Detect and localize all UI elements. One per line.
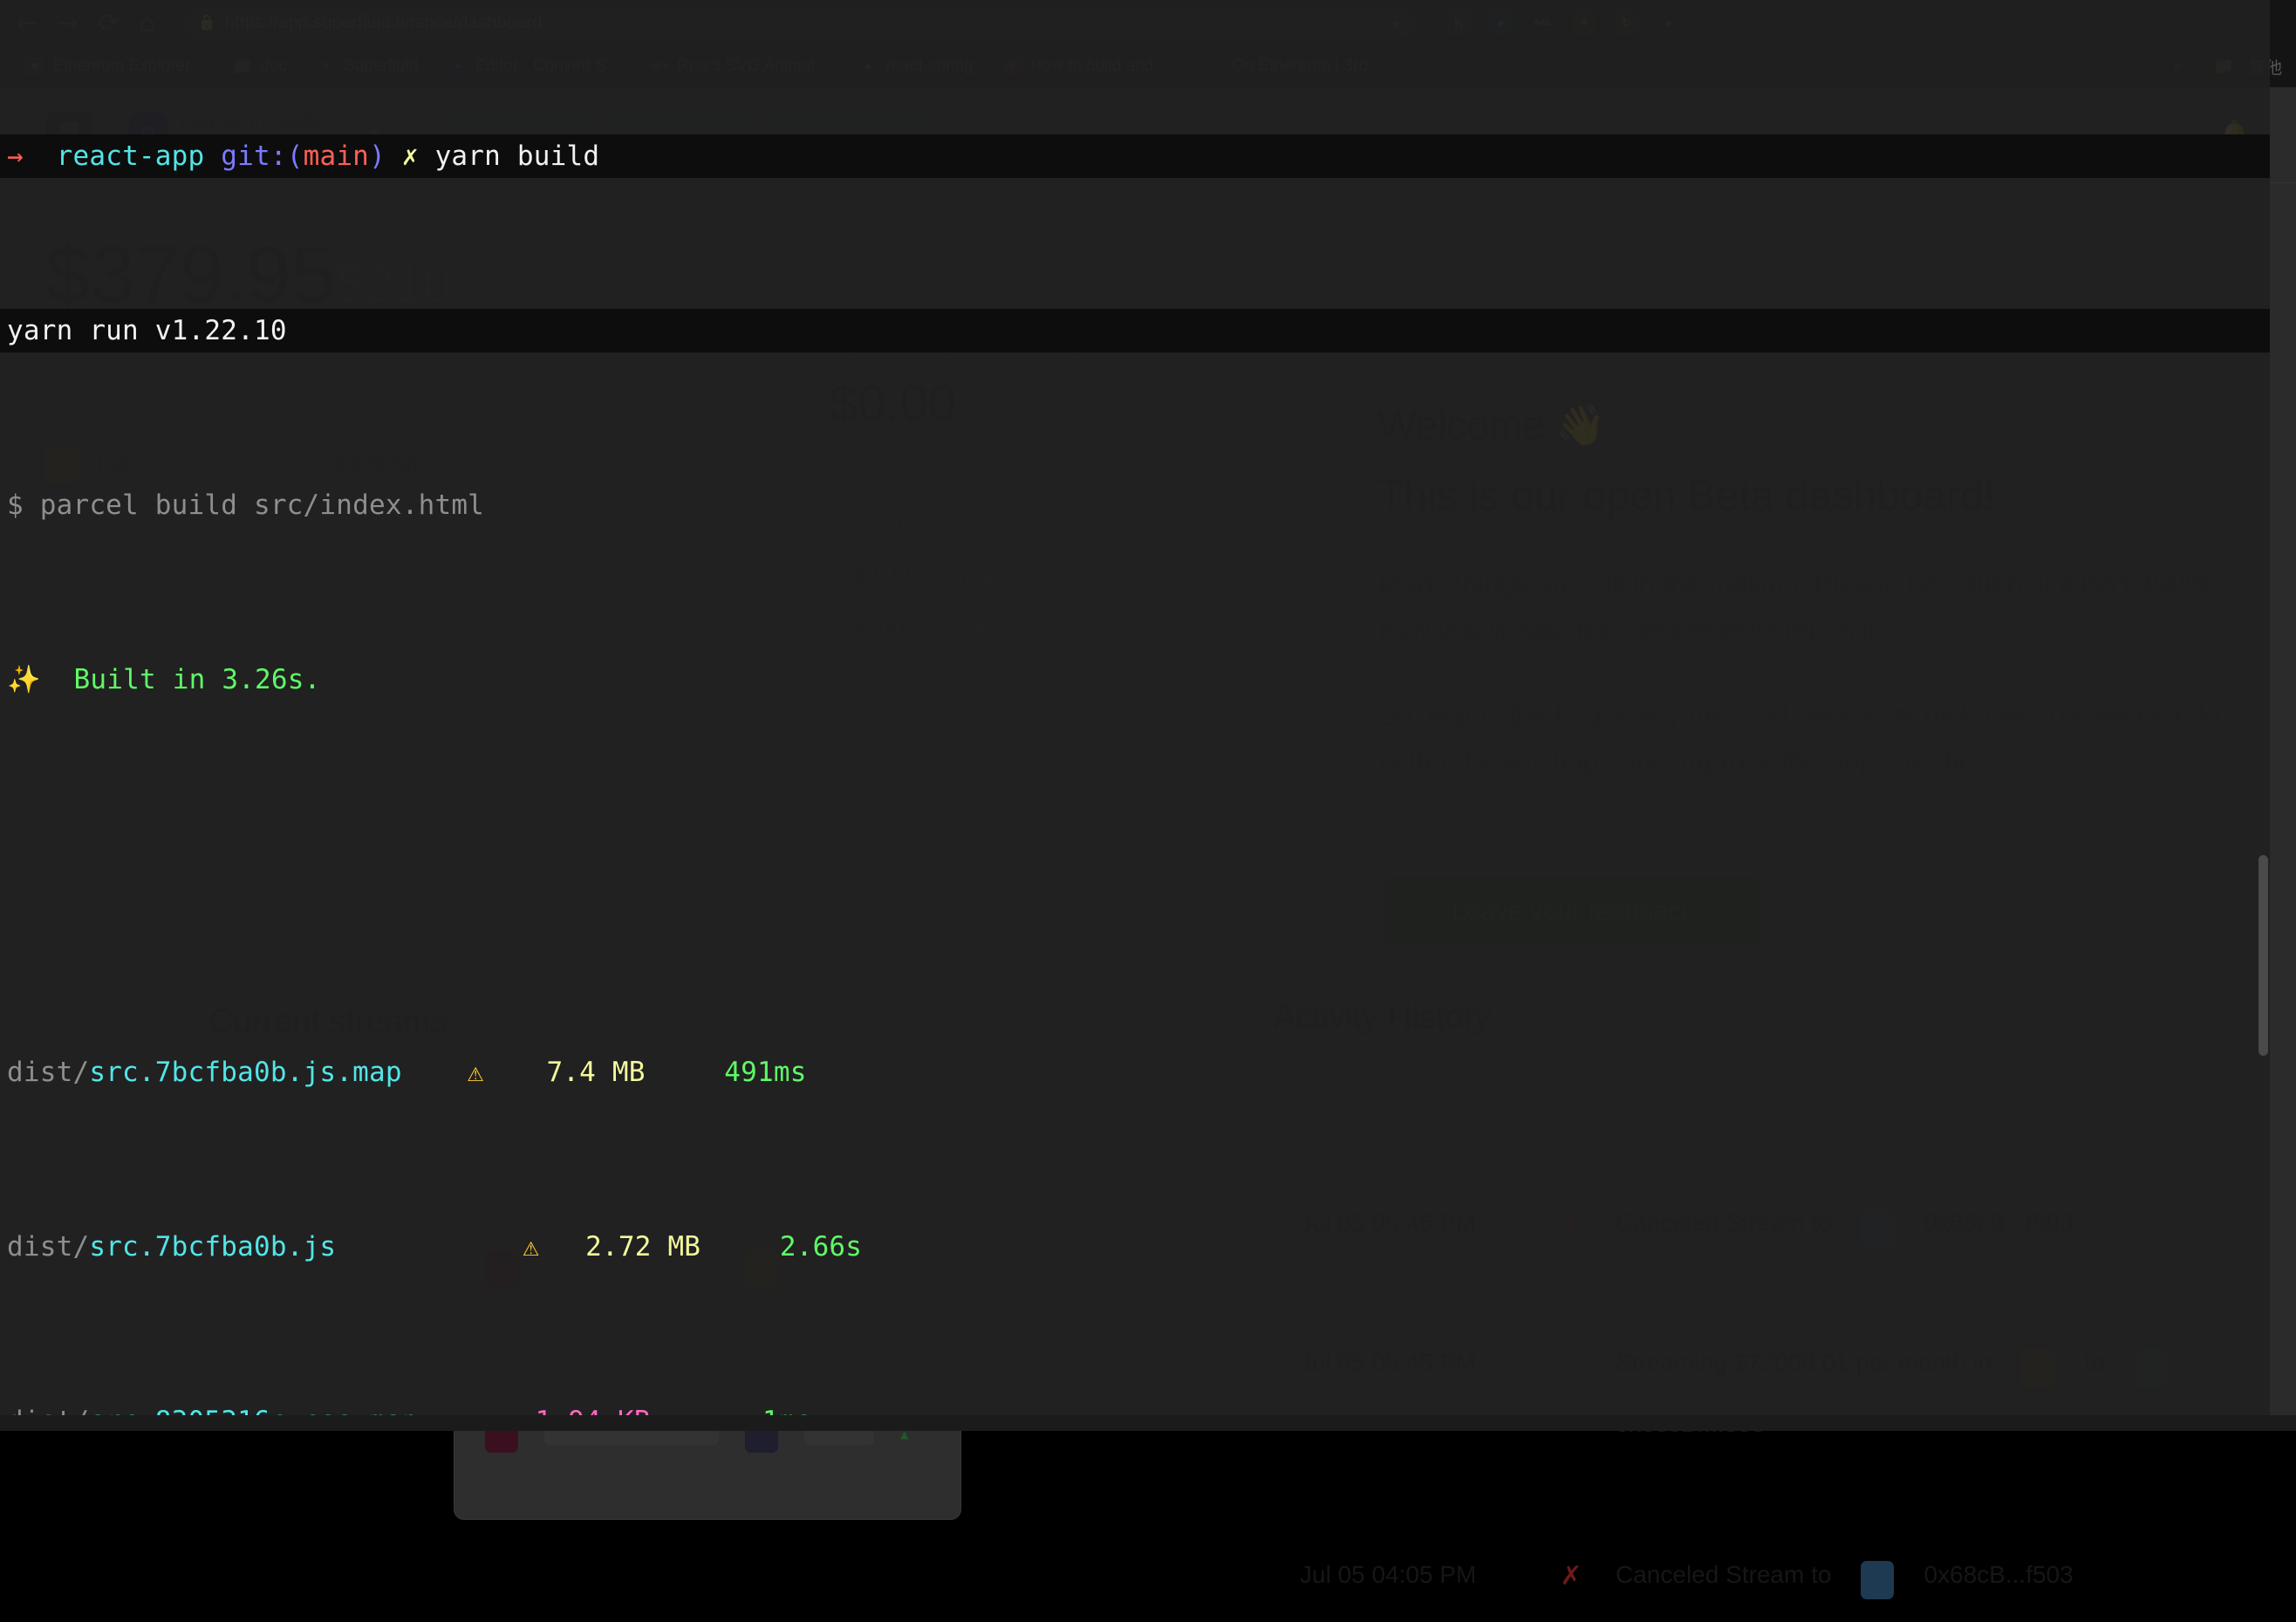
bundle-time: 1ms (651, 1400, 812, 1415)
bundle-row: dist/src.7bcfba0b.js.map ⚠ 7.4 MB 491ms (0, 1051, 2270, 1094)
bundle-dir: dist/ (7, 1231, 90, 1263)
bundle-size: 1.94 KB (489, 1400, 651, 1415)
activity-text: Canceled Stream to (1616, 1561, 1832, 1588)
prompt-git: git:( (221, 140, 304, 172)
command-build: yarn build (434, 140, 600, 172)
terminal-line-prompt-1: → react-app git:(main) ✗ yarn build (0, 134, 2270, 178)
prompt-arrow-icon: → (7, 140, 24, 172)
terminal-line-built: ✨ Built in 3.26s. (0, 658, 2270, 701)
yarn-version-text: yarn run v1.22.10 (7, 315, 287, 346)
bundle-file: src.7bcfba0b.js (89, 1231, 337, 1263)
bundle-time: 2.66s (779, 1231, 863, 1263)
address-blockie-icon (1861, 1561, 1895, 1599)
terminal-window[interactable]: → react-app git:(main) ✗ yarn build yarn… (0, 0, 2270, 1415)
prompt-git-close: ) (369, 140, 386, 172)
bundle-size: 7.4 MB (546, 1057, 646, 1088)
terminal-scrollbar-thumb[interactable] (2258, 855, 2268, 1056)
activity-item[interactable]: Jul 05 04:05 PM ✗ Canceled Stream to 0x6… (1300, 1461, 2259, 1622)
activity-time: Jul 05 04:05 PM (1300, 1561, 1477, 1588)
window-bottom-strip (0, 1415, 2296, 1431)
bundle-row: dist/src.8305316c.css.map 1.94 KB1ms (0, 1400, 2270, 1415)
parcel-command-text: $ parcel build src/index.html (7, 489, 485, 521)
terminal-line-yarn-version-1: yarn run v1.22.10 (0, 309, 2270, 352)
bundle-dir: dist/ (7, 1057, 90, 1088)
bundle-file: src.7bcfba0b.js.map (89, 1057, 402, 1088)
prompt-dir: react-app (56, 140, 205, 172)
terminal-line-parcel-cmd: $ parcel build src/index.html (0, 483, 2270, 527)
warning-icon: ⚠ (467, 1057, 484, 1088)
bundle-size: 2.72 MB (585, 1231, 701, 1263)
terminal-scrollbar[interactable] (2256, 0, 2270, 1415)
bundle-time: 491ms (724, 1057, 807, 1088)
bundle-dir: dist/ (7, 1406, 89, 1415)
bundle-file: src.8305316c.css.map (89, 1406, 418, 1415)
activity-address: 0x68cB...f503 (1924, 1561, 2074, 1588)
bundle-row: dist/src.7bcfba0b.js ⚠ 2.72 MB 2.66s (0, 1225, 2270, 1269)
cancel-x-icon: ✗ (1560, 1562, 1582, 1591)
sparkles-icon: ✨ (7, 664, 41, 695)
built-text: Built in 3.26s. (73, 664, 321, 695)
prompt-branch: main (303, 140, 370, 172)
warning-icon: ⚠ (523, 1231, 540, 1263)
prompt-status-icon: ✗ (401, 140, 419, 172)
